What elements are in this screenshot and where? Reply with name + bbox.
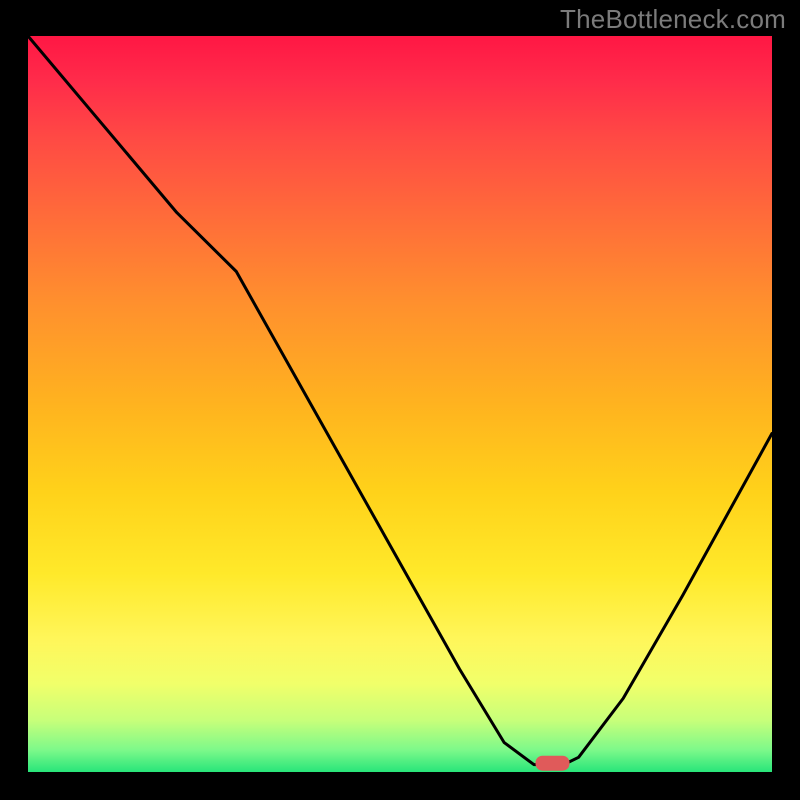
- plot-background: [28, 36, 772, 772]
- watermark-text: TheBottleneck.com: [560, 4, 786, 35]
- min-marker: [536, 756, 570, 771]
- chart-svg: [28, 36, 772, 772]
- chart-container: TheBottleneck.com: [0, 0, 800, 800]
- plot-area: [28, 36, 772, 772]
